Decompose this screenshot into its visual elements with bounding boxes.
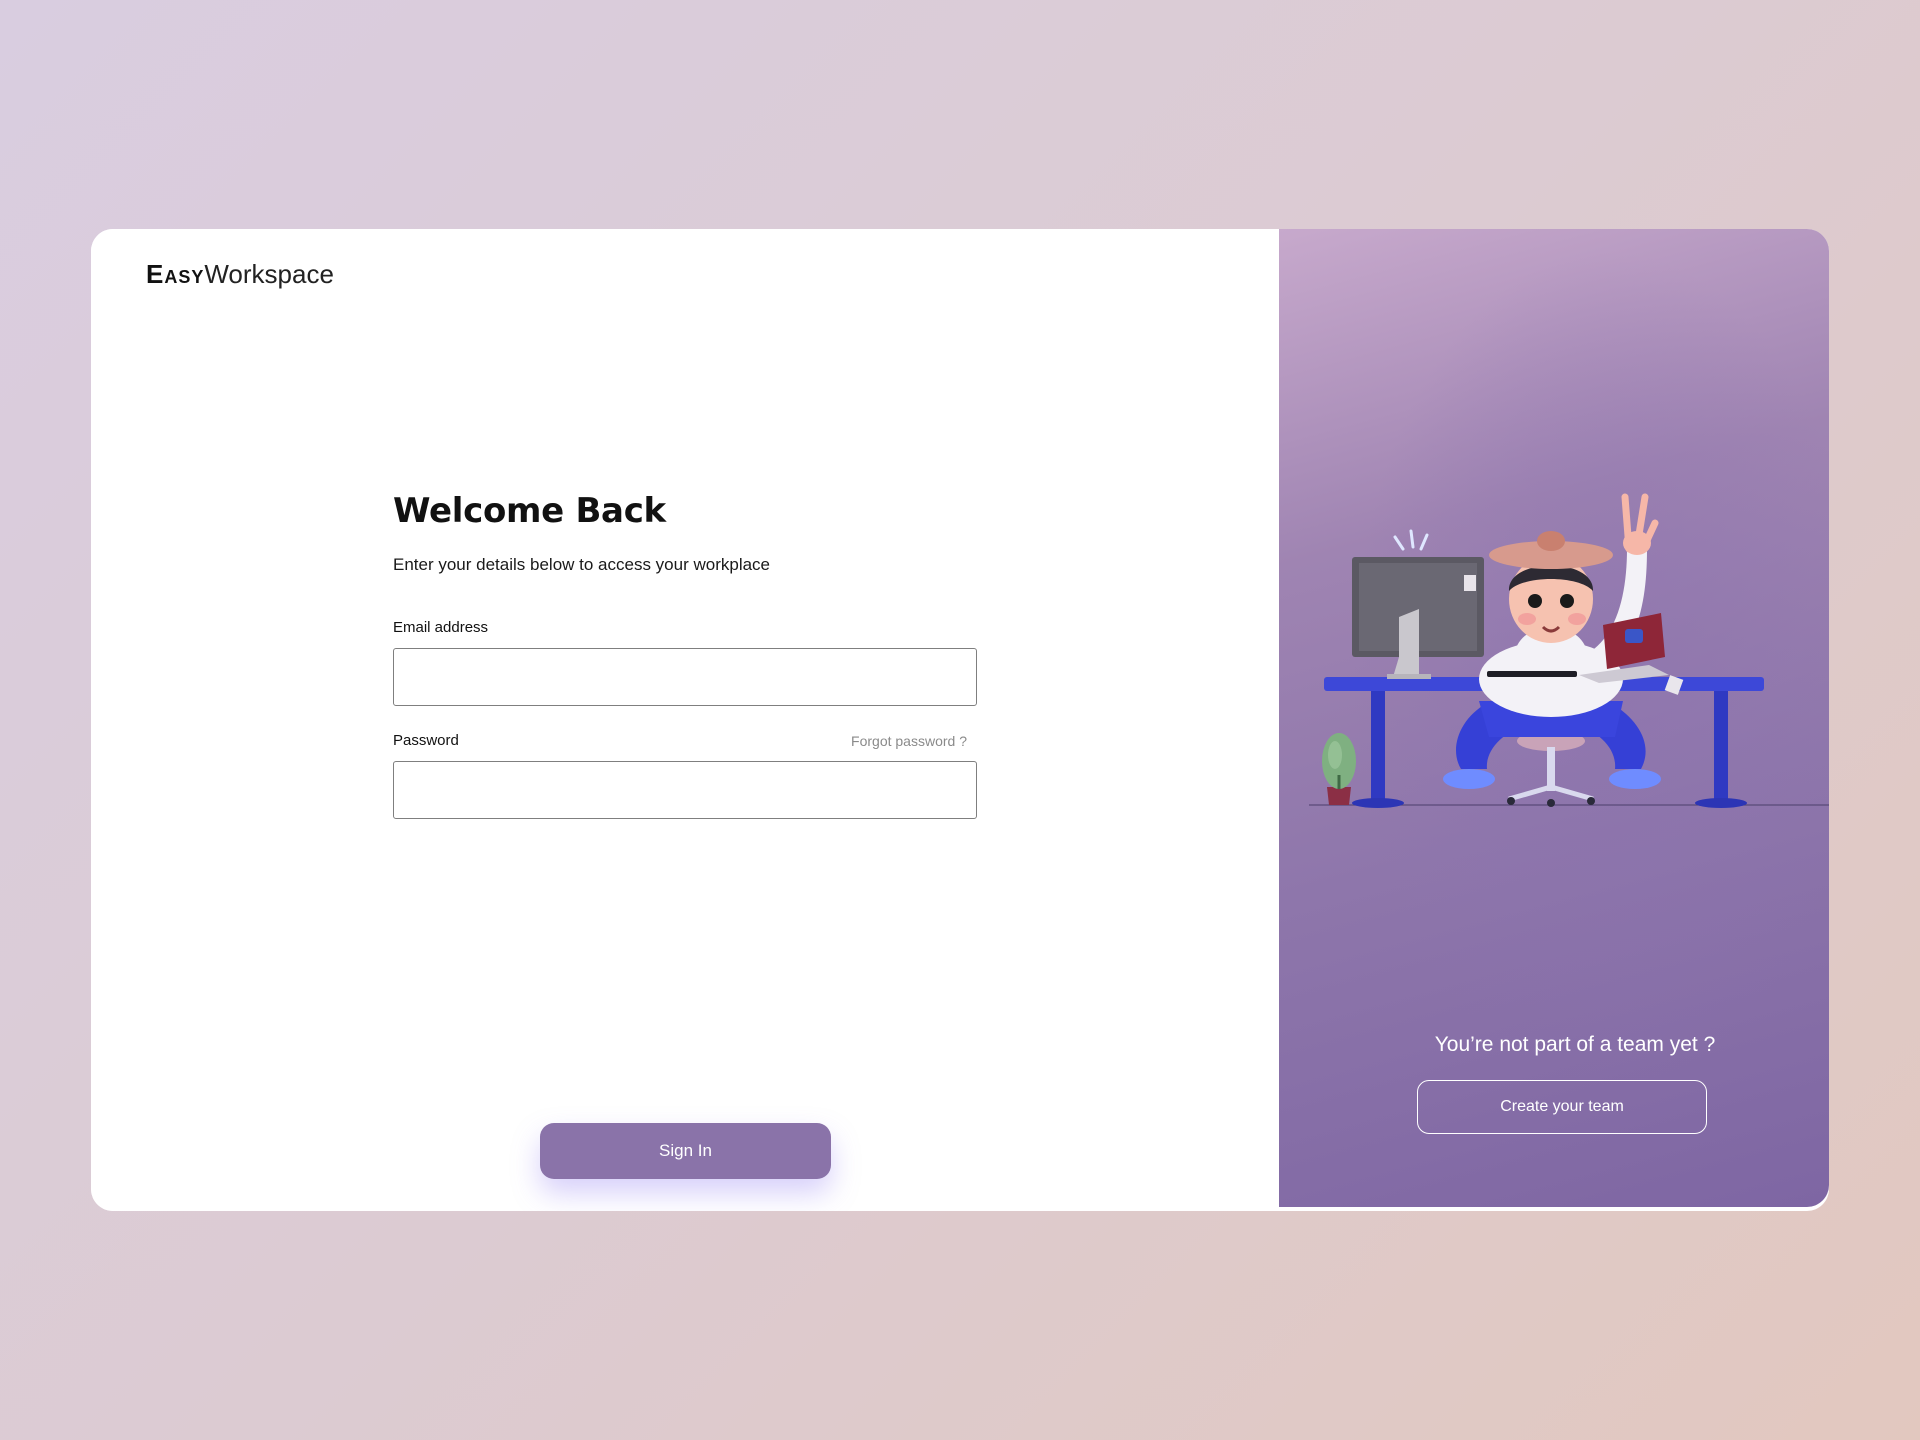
create-team-button[interactable]: Create your team [1417, 1080, 1707, 1134]
monitor-icon [1352, 557, 1484, 679]
workspace-illustration [1309, 493, 1829, 808]
login-form: Welcome Back Enter your details below to… [393, 491, 977, 1179]
email-label-row: Email address [393, 619, 977, 636]
email-field[interactable] [393, 648, 977, 706]
brand-logo[interactable]: Easy Workspace [146, 259, 334, 290]
sign-in-button[interactable]: Sign In [540, 1123, 831, 1179]
password-field[interactable] [393, 761, 977, 819]
login-panel: Easy Workspace Welcome Back Enter your d… [91, 229, 1279, 1211]
page-title: Welcome Back [393, 491, 666, 531]
side-panel: You’re not part of a team yet ? Create y… [1279, 229, 1829, 1207]
brand-name-regular: Workspace [204, 259, 334, 289]
password-label: Password [393, 732, 459, 749]
email-label: Email address [393, 619, 489, 636]
chair-icon [1507, 731, 1595, 807]
forgot-password-link[interactable]: Forgot password ? [851, 733, 967, 749]
login-card: Easy Workspace Welcome Back Enter your d… [91, 229, 1829, 1211]
password-label-row: Password Forgot password ? [393, 732, 977, 749]
plant-icon [1322, 733, 1356, 805]
page-subtitle: Enter your details below to access your … [393, 555, 771, 574]
team-tagline: You’re not part of a team yet ? [1434, 1033, 1716, 1056]
brand-name-bold: Easy [146, 259, 205, 289]
